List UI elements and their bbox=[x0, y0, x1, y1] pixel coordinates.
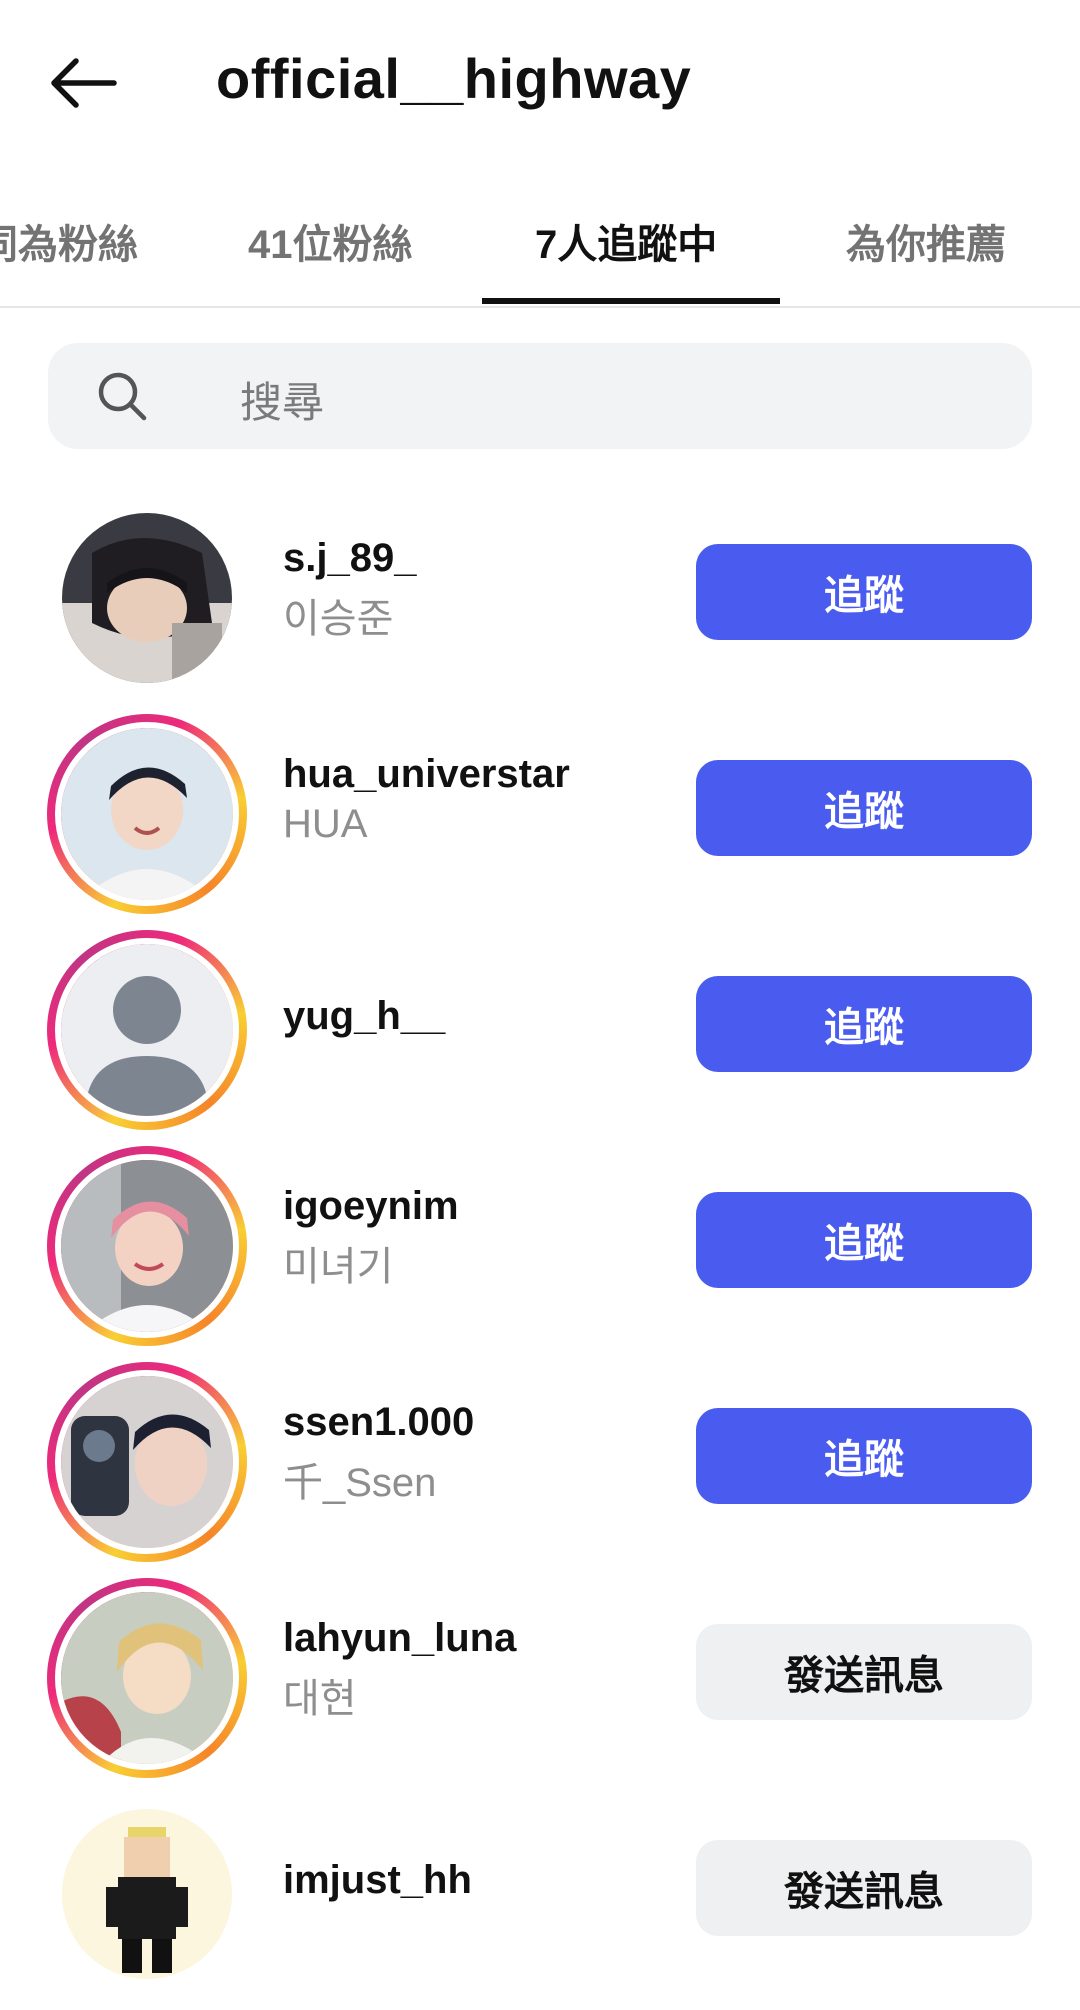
tab-suggested[interactable]: 為你推薦 bbox=[846, 212, 1006, 270]
default-user-icon bbox=[61, 944, 233, 1116]
follow-button[interactable]: 追蹤 bbox=[696, 1408, 1032, 1504]
full-name: HUA bbox=[283, 802, 368, 846]
list-item: lahyun_luna 대현 發送訊息 bbox=[0, 1564, 1080, 1780]
profile-username-title: official__highway bbox=[216, 47, 692, 110]
username[interactable]: ssen1.000 bbox=[283, 1400, 474, 1445]
profile-photo-icon bbox=[61, 1592, 233, 1764]
top-bar: official__highway bbox=[0, 0, 1080, 165]
avatar[interactable] bbox=[47, 714, 247, 914]
search-icon bbox=[98, 372, 147, 421]
follow-button[interactable]: 追蹤 bbox=[696, 1192, 1032, 1288]
follow-button[interactable]: 追蹤 bbox=[696, 544, 1032, 640]
arrow-left-icon bbox=[51, 58, 117, 108]
tab-bar: 同為粉絲 41位粉絲 7人追蹤中 為你推薦 bbox=[0, 190, 1080, 308]
avatar[interactable] bbox=[47, 1146, 247, 1346]
full-name: 이승준 bbox=[283, 597, 394, 641]
avatar[interactable] bbox=[47, 1578, 247, 1778]
list-item: igoeynim 미녀기 追蹤 bbox=[0, 1132, 1080, 1348]
full-name: 미녀기 bbox=[283, 1245, 394, 1289]
full-name: 대현 bbox=[283, 1677, 357, 1721]
list-item: yug_h__ 追蹤 bbox=[0, 916, 1080, 1132]
search-input[interactable]: 搜尋 bbox=[240, 369, 324, 430]
profile-photo-icon bbox=[61, 1376, 233, 1548]
tab-mutual[interactable]: 同為粉絲 bbox=[0, 212, 138, 270]
follow-button[interactable]: 追蹤 bbox=[696, 976, 1032, 1072]
following-list-page: official__highway 同為粉絲 41位粉絲 7人追蹤中 為你推薦 … bbox=[0, 0, 1080, 2010]
follow-button[interactable]: 追蹤 bbox=[696, 760, 1032, 856]
username[interactable]: igoeynim bbox=[283, 1184, 459, 1229]
avatar[interactable] bbox=[47, 498, 247, 698]
profile-photo-icon bbox=[62, 513, 232, 683]
username[interactable]: s.j_89_ bbox=[283, 536, 416, 581]
search-bar[interactable]: 搜尋 bbox=[48, 343, 1032, 449]
list-item: ssen1.000 千_Ssen 追蹤 bbox=[0, 1348, 1080, 1564]
username[interactable]: hua_universtar bbox=[283, 752, 570, 797]
avatar[interactable] bbox=[47, 1362, 247, 1562]
active-tab-indicator bbox=[482, 298, 780, 304]
message-button[interactable]: 發送訊息 bbox=[696, 1840, 1032, 1936]
username[interactable]: yug_h__ bbox=[283, 994, 445, 1039]
list-item: imjust_hh 發送訊息 bbox=[0, 1780, 1080, 1996]
username[interactable]: lahyun_luna bbox=[283, 1616, 516, 1661]
list-item: hua_universtar HUA 追蹤 bbox=[0, 700, 1080, 916]
message-button[interactable]: 發送訊息 bbox=[696, 1624, 1032, 1720]
back-button[interactable] bbox=[44, 50, 122, 116]
list-item: s.j_89_ 이승준 追蹤 bbox=[0, 484, 1080, 700]
profile-photo-icon bbox=[62, 1809, 232, 1979]
username[interactable]: imjust_hh bbox=[283, 1858, 472, 1903]
avatar[interactable] bbox=[47, 930, 247, 1130]
profile-photo-icon bbox=[61, 1160, 233, 1332]
tab-followers[interactable]: 41位粉絲 bbox=[248, 212, 413, 270]
tab-following[interactable]: 7人追蹤中 bbox=[535, 212, 717, 270]
profile-photo-icon bbox=[61, 728, 233, 900]
full-name: 千_Ssen bbox=[283, 1461, 437, 1505]
avatar[interactable] bbox=[47, 1794, 247, 1994]
